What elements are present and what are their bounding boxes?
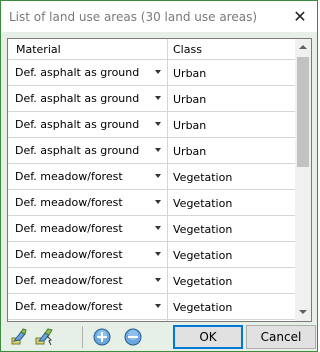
class-value[interactable]: Vegetation bbox=[173, 275, 232, 288]
material-select[interactable]: Def. asphalt as ground bbox=[12, 138, 167, 163]
dialog-body: Material Class Def. asphalt as ground Urb… bbox=[1, 32, 317, 351]
title-bar: List of land use areas (30 land use area… bbox=[1, 1, 317, 32]
cancel-button[interactable]: Cancel bbox=[246, 325, 316, 349]
window-title: List of land use areas (30 land use area… bbox=[9, 10, 258, 24]
column-divider[interactable] bbox=[167, 39, 168, 59]
material-select[interactable]: Def. meadow/forest bbox=[12, 294, 167, 319]
table-row[interactable]: Def. asphalt as groundUrban bbox=[8, 320, 295, 321]
class-value[interactable]: Vegetation bbox=[173, 249, 232, 262]
table-row[interactable]: Def. meadow/forest Vegetation bbox=[8, 190, 295, 216]
material-value: Def. meadow/forest bbox=[15, 196, 123, 209]
column-divider bbox=[167, 112, 168, 137]
scroll-up-arrow-icon[interactable] bbox=[295, 39, 311, 56]
land-use-table: Material Class Def. asphalt as ground Urb… bbox=[7, 38, 312, 322]
close-icon[interactable]: ✕ bbox=[283, 1, 317, 32]
ok-button[interactable]: OK bbox=[173, 325, 243, 349]
material-select[interactable]: Def. asphalt as ground bbox=[12, 86, 167, 111]
column-divider bbox=[167, 242, 168, 267]
column-divider bbox=[167, 320, 168, 321]
table-row[interactable]: Def. asphalt as ground Urban bbox=[8, 138, 295, 164]
class-value[interactable]: Vegetation bbox=[173, 171, 232, 184]
material-value: Def. meadow/forest bbox=[15, 274, 123, 287]
dialog-window: List of land use areas (30 land use area… bbox=[0, 0, 318, 352]
table-row[interactable]: Def. meadow/forest Vegetation bbox=[8, 242, 295, 268]
material-select[interactable]: Def. asphalt as ground bbox=[12, 112, 167, 137]
chevron-down-icon[interactable] bbox=[151, 141, 165, 159]
table-header: Material Class bbox=[8, 39, 295, 60]
chevron-down-icon[interactable] bbox=[151, 63, 165, 81]
material-value: Def. asphalt as ground bbox=[15, 118, 140, 131]
chevron-down-icon[interactable] bbox=[151, 297, 165, 315]
table-row[interactable]: Def. meadow/forest Vegetation bbox=[8, 294, 295, 320]
table-row[interactable]: Def. asphalt as ground Urban bbox=[8, 112, 295, 138]
class-value[interactable]: Urban bbox=[173, 119, 206, 132]
chevron-down-icon[interactable] bbox=[151, 219, 165, 237]
class-value[interactable]: Urban bbox=[173, 67, 206, 80]
material-select[interactable]: Def. asphalt as ground bbox=[12, 60, 167, 85]
class-value[interactable]: Vegetation bbox=[173, 197, 232, 210]
chevron-down-icon[interactable] bbox=[151, 193, 165, 211]
column-header-material[interactable]: Material bbox=[16, 43, 61, 56]
class-value[interactable]: Urban bbox=[173, 145, 206, 158]
column-divider bbox=[167, 190, 168, 215]
material-select[interactable]: Def. meadow/forest bbox=[12, 190, 167, 215]
material-select[interactable]: Def. meadow/forest bbox=[12, 216, 167, 241]
column-divider bbox=[167, 268, 168, 293]
chevron-down-icon[interactable] bbox=[151, 115, 165, 133]
column-divider bbox=[167, 294, 168, 319]
material-select[interactable]: Def. asphalt as ground bbox=[12, 320, 167, 321]
material-value: Def. asphalt as ground bbox=[15, 66, 140, 79]
remove-icon[interactable] bbox=[122, 326, 144, 348]
select-all-icon[interactable] bbox=[9, 326, 31, 348]
column-divider bbox=[167, 216, 168, 241]
material-select[interactable]: Def. meadow/forest bbox=[12, 164, 167, 189]
column-divider bbox=[167, 60, 168, 85]
toolbar-separator bbox=[82, 326, 83, 348]
chevron-down-icon[interactable] bbox=[151, 167, 165, 185]
scroll-down-arrow-icon[interactable] bbox=[295, 304, 311, 321]
material-select[interactable]: Def. meadow/forest bbox=[12, 242, 167, 267]
class-value[interactable]: Vegetation bbox=[173, 301, 232, 314]
column-divider bbox=[167, 86, 168, 111]
chevron-down-icon[interactable] bbox=[151, 245, 165, 263]
material-value: Def. asphalt as ground bbox=[15, 144, 140, 157]
material-value: Def. meadow/forest bbox=[15, 222, 123, 235]
table-row[interactable]: Def. asphalt as ground Urban bbox=[8, 86, 295, 112]
table-row[interactable]: Def. asphalt as ground Urban bbox=[8, 60, 295, 86]
table-row[interactable]: Def. meadow/forest Vegetation bbox=[8, 268, 295, 294]
add-icon[interactable] bbox=[91, 326, 113, 348]
scroll-thumb[interactable] bbox=[297, 57, 309, 167]
select-filter-icon[interactable] bbox=[33, 326, 55, 348]
class-value[interactable]: Urban bbox=[173, 93, 206, 106]
material-value: Def. asphalt as ground bbox=[15, 92, 140, 105]
table-row[interactable]: Def. meadow/forest Vegetation bbox=[8, 216, 295, 242]
material-value: Def. meadow/forest bbox=[15, 248, 123, 261]
bottom-toolbar: OK Cancel bbox=[1, 323, 317, 351]
chevron-down-icon[interactable] bbox=[151, 271, 165, 289]
vertical-scrollbar[interactable] bbox=[295, 39, 311, 321]
material-select[interactable]: Def. meadow/forest bbox=[12, 268, 167, 293]
column-header-class[interactable]: Class bbox=[173, 43, 202, 56]
table-rows: Def. asphalt as ground Urban Def. asphalt … bbox=[8, 60, 295, 321]
chevron-down-icon[interactable] bbox=[151, 89, 165, 107]
material-value: Def. meadow/forest bbox=[15, 300, 123, 313]
column-divider bbox=[167, 138, 168, 163]
class-value[interactable]: Vegetation bbox=[173, 223, 232, 236]
column-divider bbox=[167, 164, 168, 189]
table-row[interactable]: Def. meadow/forest Vegetation bbox=[8, 164, 295, 190]
material-value: Def. meadow/forest bbox=[15, 170, 123, 183]
